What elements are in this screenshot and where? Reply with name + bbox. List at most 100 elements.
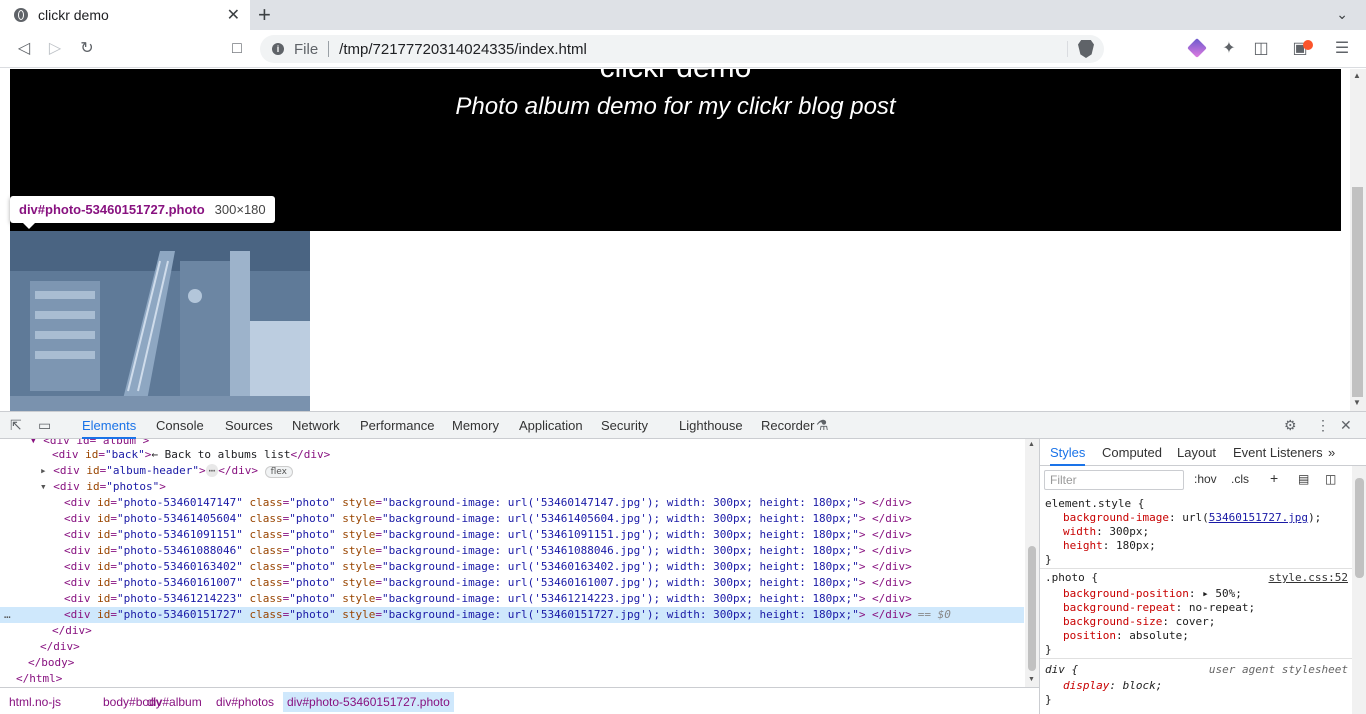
paint-icon[interactable]: ▤ [1298, 472, 1309, 486]
dom-scrollbar[interactable]: ▲ ▼ [1025, 439, 1039, 687]
url-separator [328, 41, 330, 57]
url-text[interactable]: /tmp/72177720314024335/index.html [339, 41, 1078, 58]
hov-button[interactable]: :hov [1194, 472, 1217, 486]
selected-row-ellipsis-icon[interactable]: … [4, 607, 11, 623]
more-options-icon[interactable]: ⋮ [1316, 417, 1330, 434]
tab-search-icon[interactable]: ⌄ [1336, 6, 1348, 23]
dom-scroll-up-icon[interactable]: ▲ [1028, 441, 1035, 448]
scroll-down-icon[interactable]: ▼ [1353, 398, 1361, 407]
rule-position[interactable]: position: absolute; [1045, 629, 1350, 643]
more-tabs-icon[interactable]: » [1328, 439, 1335, 466]
sidebar-icon[interactable]: ◫ [1250, 38, 1272, 60]
bookmark-icon[interactable]: □ [226, 38, 248, 60]
browser-toolbar: ◁ ▷ ↻ □ i File /tmp/72177720314024335/in… [0, 30, 1366, 68]
flask-icon: ⚗ [816, 417, 829, 433]
photo-rule-close-brace: } [1045, 643, 1052, 656]
styles-scrollbar-thumb[interactable] [1355, 478, 1364, 578]
device-toolbar-icon[interactable]: ▭ [38, 417, 51, 434]
flex-badge[interactable]: flex [264, 466, 293, 478]
forward-icon[interactable]: ▷ [44, 38, 66, 60]
close-devtools-icon[interactable]: ✕ [1340, 417, 1352, 434]
dom-scrollbar-thumb[interactable] [1028, 546, 1036, 671]
dom-line-close-photos[interactable]: </div> [0, 623, 1024, 639]
page-scrollbar-thumb[interactable] [1352, 187, 1363, 397]
info-icon[interactable]: i [272, 43, 284, 55]
globe-icon [14, 8, 28, 22]
album-photo[interactable] [10, 231, 310, 411]
tab-memory[interactable]: Memory [452, 412, 499, 439]
scroll-up-icon[interactable]: ▲ [1353, 71, 1361, 80]
rule-bg-repeat[interactable]: background-repeat: no-repeat; [1045, 601, 1350, 615]
new-tab-button[interactable]: + [258, 3, 271, 27]
tab-sources[interactable]: Sources [225, 412, 273, 439]
rule-width[interactable]: width: 300px; [1045, 525, 1350, 539]
dom-line-album-header[interactable]: ▸ <div id="album-header"> ⋯ </div> flex [0, 463, 1024, 479]
styles-tabbar: Styles Computed Layout Event Listeners » [1040, 439, 1366, 466]
url-scheme: File [294, 40, 319, 58]
breadcrumb-selected-photo[interactable]: div#photo-53460151727.photo [283, 692, 454, 712]
toggle-sidebar-icon[interactable]: ◫ [1325, 472, 1336, 486]
rule-height[interactable]: height: 180px; [1045, 539, 1350, 553]
brave-shields-icon[interactable] [1078, 40, 1094, 58]
tab-computed[interactable]: Computed [1102, 439, 1162, 466]
address-bar[interactable]: i File /tmp/72177720314024335/index.html [260, 35, 1104, 63]
new-rule-icon[interactable]: + [1270, 470, 1278, 486]
photo-row[interactable]: <div id="photo-53461091151" class="photo… [0, 527, 1024, 543]
page-scrollbar[interactable]: ▲ ▼ [1350, 69, 1366, 411]
rule-display[interactable]: display: block; [1045, 679, 1350, 693]
ua-rule-selector[interactable]: div {user agent stylesheet [1045, 663, 1350, 677]
tooltip-arrow [22, 222, 36, 229]
rule-bg-size[interactable]: background-size: cover; [1045, 615, 1350, 629]
tab-layout[interactable]: Layout [1177, 439, 1216, 466]
photo-row[interactable]: … <div id="photo-53460151727" class="phot… [0, 607, 1024, 623]
tab-performance[interactable]: Performance [360, 412, 434, 439]
dom-line-close-body[interactable]: </body> [0, 655, 1024, 671]
breadcrumb-album[interactable]: div#album [143, 692, 206, 712]
tab-application[interactable]: Application [519, 412, 583, 439]
breadcrumb-html[interactable]: html.no-js [5, 692, 65, 712]
inspect-element-icon[interactable]: ⇱ [10, 417, 22, 434]
tab-console[interactable]: Console [156, 412, 204, 439]
rule-divider [1040, 568, 1352, 569]
rule-bg-position[interactable]: background-position: ▸ 50%; [1045, 587, 1350, 601]
tab-network[interactable]: Network [292, 412, 340, 439]
photo-row[interactable]: <div id="photo-53460147147" class="photo… [0, 495, 1024, 511]
dom-scroll-down-icon[interactable]: ▼ [1028, 676, 1035, 683]
menu-icon[interactable]: ☰ [1331, 38, 1353, 60]
dom-tree: ▾ <div id="album"> <div id="back">← Back… [0, 439, 1024, 687]
omnibox-divider [1067, 41, 1068, 57]
reload-icon[interactable]: ↻ [76, 38, 98, 60]
photo-row[interactable]: <div id="photo-53460163402" class="photo… [0, 559, 1024, 575]
bg-image-link[interactable]: 53460151727.jpg [1209, 511, 1308, 524]
browser-tab[interactable]: clickr demo ✕ [0, 0, 250, 30]
breadcrumb-photos[interactable]: div#photos [212, 692, 278, 712]
photo-row[interactable]: <div id="photo-53461088046" class="photo… [0, 543, 1024, 559]
dom-line-close-html[interactable]: </html> [0, 671, 1024, 687]
photo-rule-source[interactable]: style.css:52 [1269, 571, 1348, 585]
dom-line-back[interactable]: <div id="back">← Back to albums list</di… [0, 447, 1024, 463]
photo-row[interactable]: <div id="photo-53460161007" class="photo… [0, 575, 1024, 591]
photo-row[interactable]: <div id="photo-53461405604" class="photo… [0, 511, 1024, 527]
tab-lighthouse[interactable]: Lighthouse [679, 412, 743, 439]
cls-button[interactable]: .cls [1231, 472, 1249, 486]
settings-gear-icon[interactable]: ⚙ [1284, 417, 1297, 434]
page-viewport: clickr demo Photo album demo for my clic… [0, 69, 1366, 411]
extensions-icon[interactable]: ✦ [1218, 38, 1240, 60]
page-subtitle: Photo album demo for my clickr blog post [455, 93, 896, 120]
tab-security[interactable]: Security [601, 412, 648, 439]
tab-elements[interactable]: Elements [82, 412, 137, 439]
element-style-selector[interactable]: element.style { [1045, 497, 1350, 511]
photo-rule-selector[interactable]: .photo {style.css:52 [1045, 571, 1350, 585]
photo-row[interactable]: <div id="photo-53461214223" class="photo… [0, 591, 1024, 607]
tab-close-icon[interactable]: ✕ [227, 5, 240, 25]
tab-event-listeners[interactable]: Event Listeners [1233, 439, 1323, 466]
dom-line-close-album[interactable]: </div> [0, 639, 1024, 655]
dom-line-photos[interactable]: ▾ <div id="photos"> [0, 479, 1024, 495]
rule-bg-image[interactable]: background-image: url(53460151727.jpg); [1045, 511, 1350, 525]
styles-scrollbar[interactable] [1352, 466, 1366, 714]
back-icon[interactable]: ◁ [13, 38, 35, 60]
styles-filter-input[interactable]: Filter [1044, 470, 1184, 490]
tab-strip: clickr demo ✕ + ⌄ [0, 0, 1366, 30]
tab-recorder[interactable]: Recorder [761, 412, 814, 439]
tab-styles[interactable]: Styles [1050, 439, 1086, 466]
